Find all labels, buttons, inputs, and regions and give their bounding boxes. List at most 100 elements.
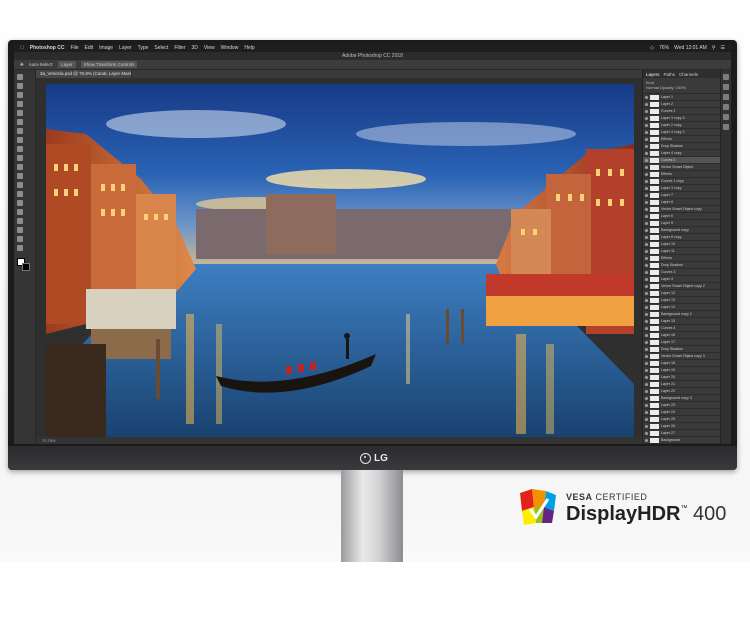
layer-row[interactable]: Background copy 3 [643, 395, 720, 402]
eye-icon[interactable] [645, 243, 648, 246]
layer-row[interactable]: Background copy [643, 227, 720, 234]
shape-icon[interactable] [17, 227, 23, 233]
zoom-icon[interactable] [17, 245, 23, 251]
layer-row[interactable]: Vector Smart Object copy 2 [643, 283, 720, 290]
eye-icon[interactable] [645, 341, 648, 344]
menu-filter[interactable]: Filter [174, 45, 185, 51]
layer-row[interactable]: Drop Shadow [643, 262, 720, 269]
eye-icon[interactable] [645, 166, 648, 169]
layer-row[interactable]: Layer 27 [643, 430, 720, 437]
healing-icon[interactable] [17, 128, 23, 134]
eye-icon[interactable] [645, 194, 648, 197]
layer-row[interactable]: Curves 1 [643, 108, 720, 115]
blend-mode[interactable]: Normal [646, 85, 659, 90]
layer-row[interactable]: Curves 3 [643, 269, 720, 276]
layer-row[interactable]: Drop Shadow [643, 143, 720, 150]
eye-icon[interactable] [645, 439, 648, 442]
properties-icon[interactable] [723, 84, 729, 90]
layer-row[interactable]: Layer 3 copy [643, 185, 720, 192]
layer-row[interactable]: Vector Smart Object copy 3 [643, 353, 720, 360]
layer-row[interactable]: Curves 4 [643, 325, 720, 332]
menu-view[interactable]: View [204, 45, 215, 51]
layer-row[interactable]: Layer 26 [643, 423, 720, 430]
layer-row[interactable]: Background copy 2 [643, 311, 720, 318]
eye-icon[interactable] [645, 348, 648, 351]
search-icon[interactable]: ⚲ [712, 45, 716, 51]
eye-icon[interactable] [645, 404, 648, 407]
layer-row[interactable]: Layer 1 [643, 94, 720, 101]
eye-icon[interactable] [645, 278, 648, 281]
layer-row[interactable]: Vector Smart Object copy [643, 206, 720, 213]
eye-icon[interactable] [645, 390, 648, 393]
layer-row[interactable]: Layer 15 [643, 318, 720, 325]
layer-row[interactable]: Layer 3 [643, 276, 720, 283]
layer-row[interactable]: Layer 8 [643, 199, 720, 206]
layer-row[interactable]: Layer 20 [643, 374, 720, 381]
menu-layer[interactable]: Layer [119, 45, 132, 51]
eye-icon[interactable] [645, 124, 648, 127]
wifi-icon[interactable]: ◇ [650, 45, 654, 51]
eye-icon[interactable] [645, 215, 648, 218]
magic-wand-icon[interactable] [17, 101, 23, 107]
eye-icon[interactable] [645, 397, 648, 400]
path-select-icon[interactable] [17, 218, 23, 224]
layer-row[interactable]: Layer 13 [643, 297, 720, 304]
adjustments-icon[interactable] [723, 94, 729, 100]
layer-row[interactable]: Layer 4 copy [643, 150, 720, 157]
layer-row[interactable]: Layer 10 [643, 241, 720, 248]
color-icon[interactable] [723, 114, 729, 120]
menu-list-icon[interactable]: ☰ [721, 45, 725, 51]
document-tab[interactable]: 3a_Venezia.psd @ 70.8% (Canal, Layer Mas… [36, 70, 132, 78]
lasso-icon[interactable] [17, 92, 23, 98]
layer-row[interactable]: Layer 6 [643, 213, 720, 220]
eye-icon[interactable] [645, 257, 648, 260]
eye-icon[interactable] [645, 369, 648, 372]
eye-icon[interactable] [645, 208, 648, 211]
menu-edit[interactable]: Edit [85, 45, 94, 51]
auto-select-dropdown[interactable]: Layer [58, 61, 76, 68]
eye-icon[interactable] [645, 376, 648, 379]
blur-icon[interactable] [17, 182, 23, 188]
layer-row[interactable]: Layer 22 [643, 388, 720, 395]
eye-icon[interactable] [645, 173, 648, 176]
move-icon[interactable] [17, 74, 23, 80]
layer-row[interactable]: Layer 11 [643, 248, 720, 255]
eye-icon[interactable] [645, 117, 648, 120]
layer-row[interactable]: Layer 14 [643, 304, 720, 311]
layer-row[interactable]: Vector Smart Object [643, 164, 720, 171]
eye-icon[interactable] [645, 306, 648, 309]
eye-icon[interactable] [645, 110, 648, 113]
tab-paths[interactable]: Paths [664, 72, 676, 77]
tab-layers[interactable]: Layers [646, 72, 660, 77]
menu-select[interactable]: Select [154, 45, 168, 51]
eye-icon[interactable] [645, 299, 648, 302]
eye-icon[interactable] [645, 320, 648, 323]
layer-row[interactable]: Layer 19 [643, 367, 720, 374]
menu-image[interactable]: Image [99, 45, 113, 51]
eye-icon[interactable] [645, 145, 648, 148]
menu-3d[interactable]: 3D [191, 45, 197, 51]
layer-row[interactable]: Layer 7 [643, 192, 720, 199]
eye-icon[interactable] [645, 96, 648, 99]
eye-icon[interactable] [645, 383, 648, 386]
stamp-icon[interactable] [17, 146, 23, 152]
eye-icon[interactable] [645, 264, 648, 267]
move-tool-icon[interactable]: ✥ [20, 62, 24, 68]
eye-icon[interactable] [645, 432, 648, 435]
clock[interactable]: Wed 12:01 AM [674, 45, 707, 51]
eye-icon[interactable] [645, 418, 648, 421]
eye-icon[interactable] [645, 138, 648, 141]
eye-icon[interactable] [645, 222, 648, 225]
layer-row[interactable]: Layer 4 copy 2 [643, 129, 720, 136]
layer-row[interactable]: Curves 1 copy [643, 178, 720, 185]
gradient-icon[interactable] [17, 173, 23, 179]
layer-row[interactable]: Layer 16 [643, 332, 720, 339]
eye-icon[interactable] [645, 327, 648, 330]
eye-icon[interactable] [645, 334, 648, 337]
hand-icon[interactable] [17, 236, 23, 242]
menu-type[interactable]: Type [138, 45, 149, 51]
layer-row[interactable]: Effects [643, 255, 720, 262]
eye-icon[interactable] [645, 152, 648, 155]
layer-row[interactable]: Layer 24 [643, 409, 720, 416]
eye-icon[interactable] [645, 180, 648, 183]
